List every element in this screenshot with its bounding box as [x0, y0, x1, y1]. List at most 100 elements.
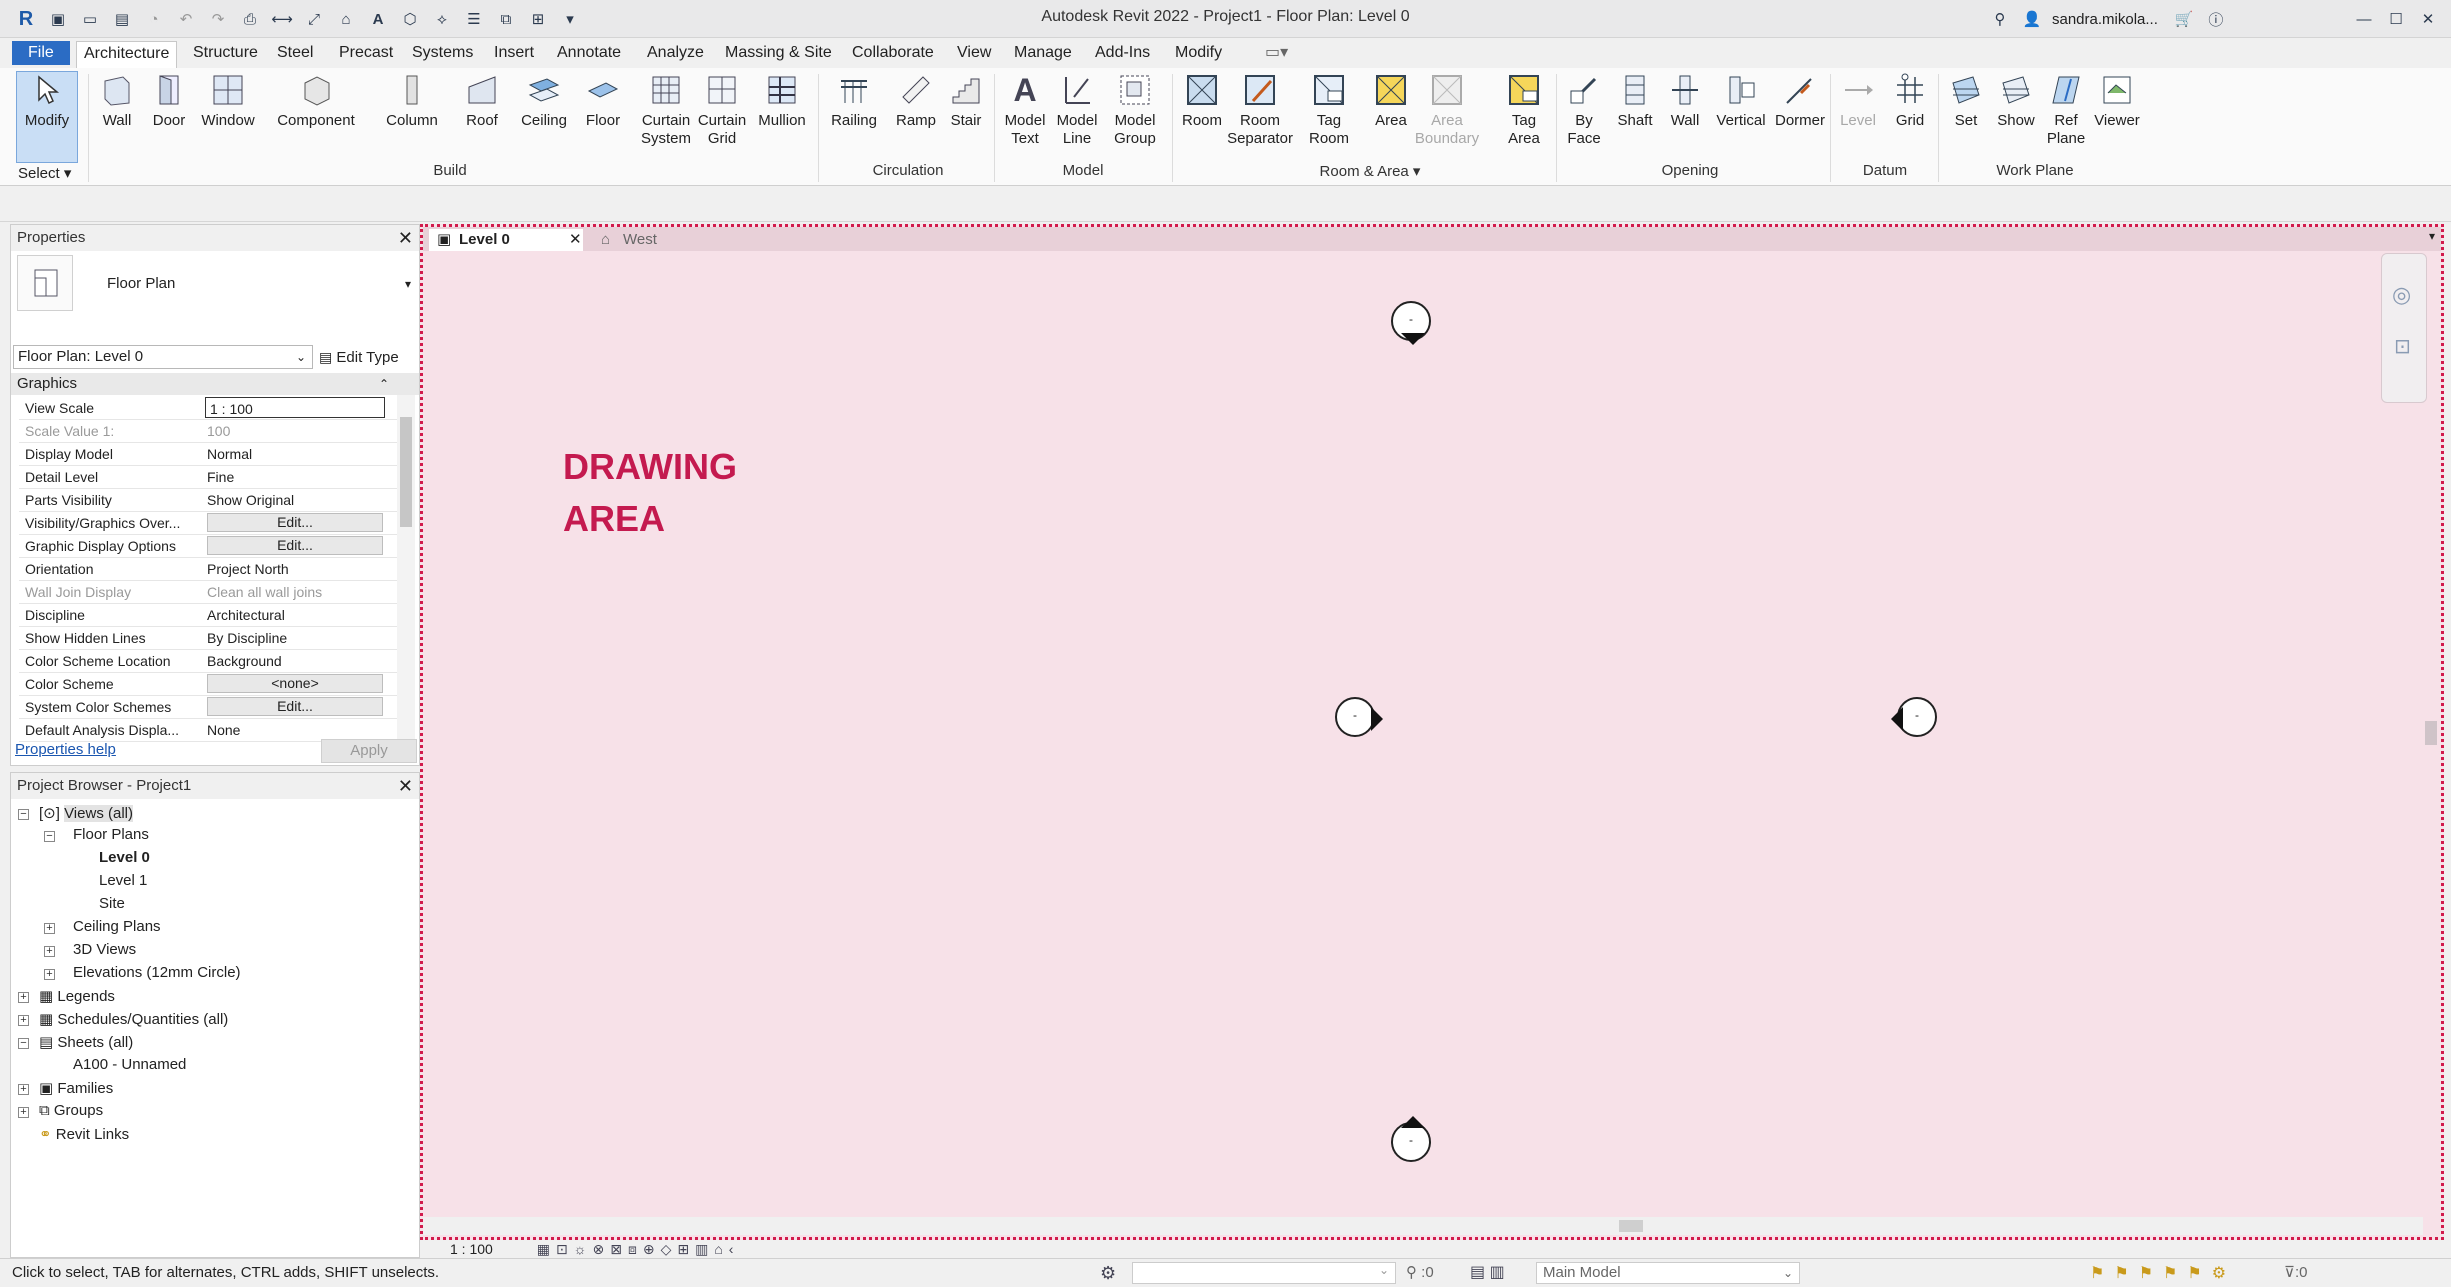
tab-manage[interactable]: Manage — [1007, 41, 1079, 65]
room-separator-button[interactable]: Room Separator — [1226, 72, 1294, 148]
close-icon[interactable]: ✕ — [398, 773, 413, 799]
expand-toggle[interactable]: + — [18, 1015, 29, 1026]
tab-view[interactable]: View — [950, 41, 998, 65]
tree-node-legends[interactable]: ▦ Legends — [39, 987, 115, 1005]
workset-icon[interactable]: ⚙ — [1100, 1263, 1116, 1284]
collapse-toggle[interactable]: − — [18, 1038, 29, 1049]
properties-help-link[interactable]: Properties help — [15, 741, 116, 758]
prop-row[interactable]: Graphic Display Options Edit... — [19, 535, 399, 558]
edit-button[interactable]: Edit... — [207, 536, 383, 555]
close-icon[interactable]: ✕ — [569, 229, 582, 251]
filter-count[interactable]: ⊽:0 — [2284, 1263, 2308, 1281]
minimize-icon[interactable]: — — [2352, 8, 2376, 30]
vertical-scrollbar[interactable] — [2423, 251, 2439, 1221]
modify-button[interactable]: Modify — [16, 71, 78, 163]
panel-toggle-icon[interactable]: ▭▾ — [1258, 41, 1295, 65]
by-face-button[interactable]: By Face — [1562, 72, 1606, 148]
wall-opening-button[interactable]: Wall — [1664, 72, 1706, 130]
area-boundary-button[interactable]: Area Boundary — [1414, 72, 1480, 148]
prop-row[interactable]: Show Hidden Lines By Discipline — [19, 627, 399, 650]
expand-toggle[interactable]: + — [18, 992, 29, 1003]
close-icon[interactable]: ✕ — [2416, 8, 2440, 30]
tree-node-schedules[interactable]: ▦ Schedules/Quantities (all) — [39, 1010, 228, 1028]
shaft-button[interactable]: Shaft — [1612, 72, 1658, 130]
tab-massing-site[interactable]: Massing & Site — [718, 41, 839, 65]
prop-row[interactable]: System Color Schemes Edit... — [19, 696, 399, 719]
tree-node-elevations[interactable]: Elevations (12mm Circle) — [73, 964, 241, 981]
help-icon[interactable]: ⓘ — [2204, 8, 2228, 30]
wall-button[interactable]: Wall — [94, 72, 140, 130]
edit-button[interactable]: Edit... — [207, 513, 383, 532]
select-dropdown[interactable]: Select ▾ — [18, 164, 71, 182]
tree-node-site[interactable]: Site — [99, 895, 125, 912]
edit-button[interactable]: Edit... — [207, 697, 383, 716]
properties-scrollbar[interactable] — [397, 395, 415, 741]
tree-node-floor-plans[interactable]: Floor Plans — [73, 826, 149, 843]
tree-node-groups[interactable]: ⧉ Groups — [39, 1102, 103, 1119]
workset-dropdown[interactable]: ⌄ — [1132, 1262, 1396, 1284]
tab-systems[interactable]: Systems — [405, 41, 480, 65]
panel-room-area-label[interactable]: Room & Area ▾ — [1300, 162, 1440, 180]
ceiling-button[interactable]: Ceiling — [514, 72, 574, 130]
prop-row[interactable]: Detail Level Fine — [19, 466, 399, 489]
prop-row[interactable]: Color Scheme <none> — [19, 673, 399, 696]
tab-steel[interactable]: Steel — [270, 41, 320, 65]
expand-toggle[interactable]: + — [18, 1107, 29, 1118]
tree-node-a100[interactable]: A100 - Unnamed — [73, 1056, 186, 1073]
tree-node-views[interactable]: [⊙] Views (all) — [39, 804, 133, 822]
collapse-toggle[interactable]: − — [44, 831, 55, 842]
drawing-area[interactable]: ▣ Level 0 ✕ ⌂ West ▾ DRAWING AREA - - - - ◎… — [420, 224, 2444, 1240]
prop-row[interactable]: View Scale 1 : 100 — [19, 397, 399, 420]
viewer-button[interactable]: Viewer — [2090, 72, 2144, 130]
railing-button[interactable]: Railing — [826, 72, 882, 130]
user-name[interactable]: sandra.mikola... — [2052, 11, 2158, 28]
floor-button[interactable]: Floor — [580, 72, 626, 130]
tab-modify[interactable]: Modify — [1168, 41, 1229, 65]
model-line-button[interactable]: Model Line — [1052, 72, 1102, 148]
cart-icon[interactable]: 🛒 — [2172, 8, 2196, 30]
tab-file[interactable]: File — [12, 41, 70, 65]
type-selector-arrow-icon[interactable]: ▾ — [405, 277, 411, 291]
set-button[interactable]: Set — [1944, 72, 1988, 130]
prop-row[interactable]: Visibility/Graphics Over... Edit... — [19, 512, 399, 535]
elevation-marker-east[interactable]: - — [1891, 697, 1937, 737]
curtain-grid-button[interactable]: Curtain Grid — [694, 72, 750, 148]
tree-node-level-0[interactable]: Level 0 — [99, 849, 150, 866]
dormer-button[interactable]: Dormer — [1770, 72, 1830, 130]
tab-add-ins[interactable]: Add-Ins — [1088, 41, 1157, 65]
prop-row[interactable]: Parts Visibility Show Original — [19, 489, 399, 512]
view-scale-control[interactable]: 1 : 100 — [450, 1241, 493, 1257]
tree-node-3d-views[interactable]: 3D Views — [73, 941, 136, 958]
tab-precast[interactable]: Precast — [332, 41, 400, 65]
view-control-icons[interactable]: ▦⊡☼⊗⊠⧈⊕◇⊞▥⌂‹ — [537, 1241, 740, 1257]
tree-node-ceiling-plans[interactable]: Ceiling Plans — [73, 918, 161, 935]
view-tab-level-0[interactable]: ▣ Level 0 ✕ — [429, 229, 583, 251]
prop-row[interactable]: Display Model Normal — [19, 443, 399, 466]
selection-toggle-icons[interactable]: ⚑⚑⚑⚑⚑⚙ — [2090, 1263, 2236, 1283]
elevation-marker-south[interactable]: - — [1391, 1116, 1431, 1162]
level-button[interactable]: Level — [1836, 72, 1880, 130]
roof-button[interactable]: Roof — [460, 72, 504, 130]
view-tab-west[interactable]: ⌂ West — [593, 229, 713, 251]
mullion-button[interactable]: Mullion — [754, 72, 810, 130]
horizontal-scrollbar[interactable] — [423, 1217, 2423, 1235]
editing-requests-icon[interactable]: ▤ ▥ — [1470, 1262, 1505, 1282]
stair-button[interactable]: Stair — [944, 72, 988, 130]
show-button[interactable]: Show — [1992, 72, 2040, 130]
tag-area-button[interactable]: Tag Area — [1502, 72, 1546, 148]
ramp-button[interactable]: Ramp — [894, 72, 938, 130]
tab-analyze[interactable]: Analyze — [640, 41, 711, 65]
prop-row[interactable]: Discipline Architectural — [19, 604, 399, 627]
color-scheme-button[interactable]: <none> — [207, 674, 383, 693]
steering-wheel-icon[interactable]: ◎ — [2392, 282, 2411, 308]
prop-row[interactable]: Color Scheme Location Background — [19, 650, 399, 673]
component-button[interactable]: Component — [272, 72, 360, 130]
column-button[interactable]: Column — [380, 72, 444, 130]
door-button[interactable]: Door — [146, 72, 192, 130]
search-help-icon[interactable]: ⚲ — [1988, 8, 2012, 30]
expand-toggle[interactable]: + — [44, 946, 55, 957]
grid-button[interactable]: Grid — [1888, 72, 1932, 130]
room-button[interactable]: Room — [1178, 72, 1226, 130]
instance-selector[interactable]: Floor Plan: Level 0 ⌄ — [13, 345, 313, 369]
window-button[interactable]: Window — [196, 72, 260, 130]
